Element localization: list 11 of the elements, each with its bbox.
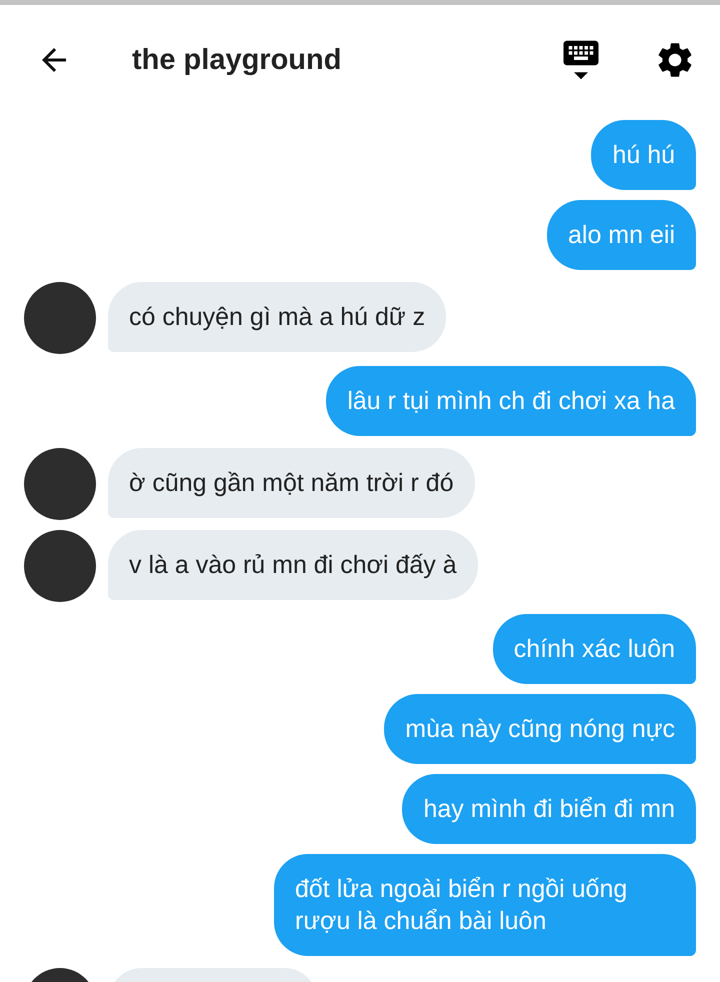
sent-message: hay mình đi biển đi mn [402, 774, 696, 844]
received-message: có chuyện gì mà a hú dữ z [108, 282, 446, 352]
chat-title: the playground [132, 44, 342, 76]
received-message: v là a vào rủ mn đi chơi đấy à [108, 530, 478, 600]
received-message: ờ cũng gần một năm trời r đó [108, 448, 475, 518]
sent-message: đốt lửa ngoài biển r ngồi uống rượu là chuẩn bài luôn [274, 854, 696, 956]
sent-message: mùa này cũng nóng nực [384, 694, 696, 764]
sent-message: alo mn eii [547, 200, 696, 270]
sent-message: chính xác luôn [492, 614, 696, 684]
sent-message: hú hú [591, 120, 696, 190]
sent-message: lâu r tụi mình ch đi chơi xa ha [326, 366, 696, 436]
